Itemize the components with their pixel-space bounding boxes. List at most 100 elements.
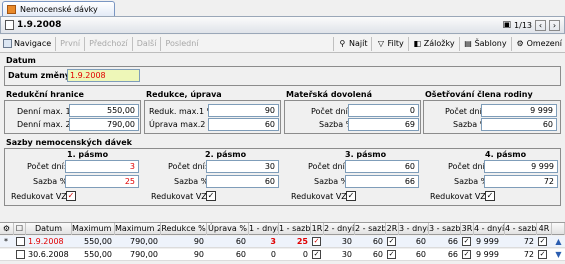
scroll-down-icon[interactable]: ▼	[553, 249, 564, 260]
scroll-up-icon[interactable]: ▲	[553, 236, 564, 247]
materska-pocet-field[interactable]: 0	[348, 104, 419, 117]
pasmo1-pocet-field[interactable]: 3	[65, 160, 139, 173]
denni1-field[interactable]: 550,00	[69, 104, 139, 117]
materska-sazba-field[interactable]: 69	[348, 118, 419, 131]
osetrovani-sazba-field[interactable]: 60	[481, 118, 557, 131]
page-counter: 1/13	[514, 20, 532, 30]
pasmo3-redukovat-checkbox[interactable]: ✓	[346, 191, 356, 201]
datum-zmeny-field[interactable]: 1.9.2008	[67, 69, 140, 82]
doc-counter-icon: ▣	[502, 20, 512, 30]
prvni-button[interactable]: První	[57, 36, 83, 52]
cell-3-sazba: 66	[447, 250, 458, 259]
pasmo1-redukovat-checkbox[interactable]: ✓	[66, 191, 76, 201]
materska-pocet-label: Počet dní:	[311, 107, 351, 116]
osetrovani-pocet-field[interactable]: 9 999	[481, 104, 557, 117]
cell-4r-checkbox[interactable]: ✓	[538, 237, 547, 246]
cell-redukce: 90	[193, 237, 204, 246]
restriction-icon: ⚙	[516, 39, 524, 48]
upr2-field[interactable]: 60	[208, 118, 279, 131]
osetrovani-group: Počet dní: 9 999 Sazba %: 60	[423, 100, 561, 134]
col-2r[interactable]: 2R	[386, 223, 399, 235]
cell-max1: 550,00	[84, 237, 112, 246]
pager-next-button[interactable]: ›	[549, 19, 560, 31]
col-1-sazba[interactable]: 1 - sazba	[279, 223, 311, 235]
cell-max2: 790,00	[130, 237, 158, 246]
pasmo2-pocet-field[interactable]: 30	[206, 160, 279, 173]
pasmo4-title: 4. pásmo	[485, 150, 527, 159]
pasmo4-redukovat-checkbox[interactable]: ✓	[485, 191, 495, 201]
col-maximum1[interactable]: Maximum 1	[72, 223, 115, 235]
filtry-button[interactable]: ▽ Filty	[373, 36, 406, 52]
pasmo2-redukovat-checkbox[interactable]: ✓	[206, 191, 216, 201]
grid-settings-icon[interactable]: ⚙	[0, 223, 14, 235]
pasmo4-sazba-field[interactable]: 72	[484, 175, 558, 188]
cell-1r-checkbox[interactable]: ✓	[312, 237, 321, 246]
denni2-field[interactable]: 790,00	[69, 118, 139, 131]
omezeni-button[interactable]: ⚙ Omezení	[513, 36, 565, 52]
document-icon	[5, 20, 14, 30]
osetrovani-pocet-label: Počet dní:	[445, 107, 485, 116]
col-3r[interactable]: 3R	[461, 223, 474, 235]
row-select-checkbox[interactable]	[16, 237, 25, 246]
cell-3r-checkbox[interactable]: ✓	[462, 237, 471, 246]
pasmo3-sazba-field[interactable]: 66	[345, 175, 419, 188]
pasmo3-pocet-field[interactable]: 60	[345, 160, 419, 173]
grid-header: ⚙ ☐ Datum Maximum 1 Maximum 2 Redukce % …	[0, 222, 565, 235]
pasmo4-redukovat-label: Redukovat VZ:	[430, 192, 489, 201]
posledni-button[interactable]: Poslední	[162, 36, 201, 52]
row-marker: *	[4, 237, 8, 246]
pasmo4-pocet-label: Počet dní:	[448, 162, 488, 171]
navigation-icon	[3, 39, 12, 48]
filter-icon: ▽	[377, 39, 385, 48]
cell-3-dnyi: 60	[415, 250, 426, 259]
window-tab[interactable]: Nemocenské dávky	[2, 1, 115, 16]
dalsi-button[interactable]: Další	[134, 36, 160, 52]
col-4r[interactable]: 4R	[537, 223, 552, 235]
sazby-group: 1. pásmo Počet dní: 3 Sazba %: 25 Reduko…	[4, 148, 561, 206]
pasmo1-redukovat-label: Redukovat VZ:	[11, 192, 70, 201]
zalozky-button[interactable]: ◧ Záložky	[410, 36, 458, 52]
col-4-dnyi[interactable]: 4 - dnyí	[474, 223, 505, 235]
cell-2r-checkbox[interactable]: ✓	[387, 237, 396, 246]
cell-3-dnyi: 60	[415, 237, 426, 246]
pasmo2-sazba-field[interactable]: 60	[206, 175, 279, 188]
col-uprava[interactable]: Úprava %	[207, 223, 249, 235]
pasmo1-sazba-field[interactable]: 25	[65, 175, 139, 188]
pager-prev-button[interactable]: ‹	[535, 19, 546, 31]
row-select-checkbox[interactable]	[16, 250, 25, 259]
col-3-sazba[interactable]: 3 - sazba	[429, 223, 461, 235]
record-header: 1.9.2008 ▣ 1/13 ‹ ›	[0, 16, 565, 34]
cell-4r-checkbox[interactable]: ✓	[538, 250, 547, 259]
cell-3-sazba: 66	[447, 237, 458, 246]
cell-datum: 30.6.2008	[28, 250, 69, 259]
sablony-button[interactable]: ▤ Šablony	[461, 36, 510, 52]
pasmo2-pocet-label: Počet dní:	[168, 162, 208, 171]
col-3-dnyi[interactable]: 3 - dnyí	[399, 223, 429, 235]
denni2-label: Denní max. 2.:	[17, 120, 76, 129]
table-row[interactable]: 30.6.2008 550,00 790,00 90 60 0 0 ✓ 30 6…	[0, 249, 565, 261]
col-datum[interactable]: Datum	[26, 223, 72, 235]
cell-2r-checkbox[interactable]: ✓	[387, 250, 396, 259]
cell-3r-checkbox[interactable]: ✓	[462, 250, 471, 259]
pasmo3-title: 3. pásmo	[345, 150, 387, 159]
table-row[interactable]: * 1.9.2008 550,00 790,00 90 60 3 25 ✓ 30…	[0, 236, 565, 248]
pasmo4-pocet-field[interactable]: 9 999	[484, 160, 558, 173]
col-1r[interactable]: 1R	[311, 223, 324, 235]
col-2-dnyi[interactable]: 2 - dnyí	[324, 223, 355, 235]
predchozi-button[interactable]: Předchozí	[86, 36, 131, 52]
col-4-sazba[interactable]: 4 - sazba	[505, 223, 537, 235]
col-1-dnyi[interactable]: 1 - dnyí	[249, 223, 279, 235]
cell-2-sazba: 60	[372, 250, 383, 259]
cell-max1: 550,00	[84, 250, 112, 259]
pasmo2-redukovat-label: Redukovat VZ:	[151, 192, 210, 201]
pager: ▣ 1/13 ‹ ›	[503, 17, 560, 33]
najit-button[interactable]: ⚲ Najít	[335, 36, 370, 52]
navigace-button[interactable]: Navigace	[0, 36, 54, 52]
col-maximum2[interactable]: Maximum 2	[115, 223, 161, 235]
cell-1r-checkbox[interactable]: ✓	[312, 250, 321, 259]
grid-select-all-checkbox[interactable]: ☐	[14, 223, 26, 235]
col-2-sazba[interactable]: 2 - sazba	[355, 223, 386, 235]
cell-2-sazba: 60	[372, 237, 383, 246]
col-redukce[interactable]: Redukce %	[161, 223, 207, 235]
red1-field[interactable]: 90	[208, 104, 279, 117]
